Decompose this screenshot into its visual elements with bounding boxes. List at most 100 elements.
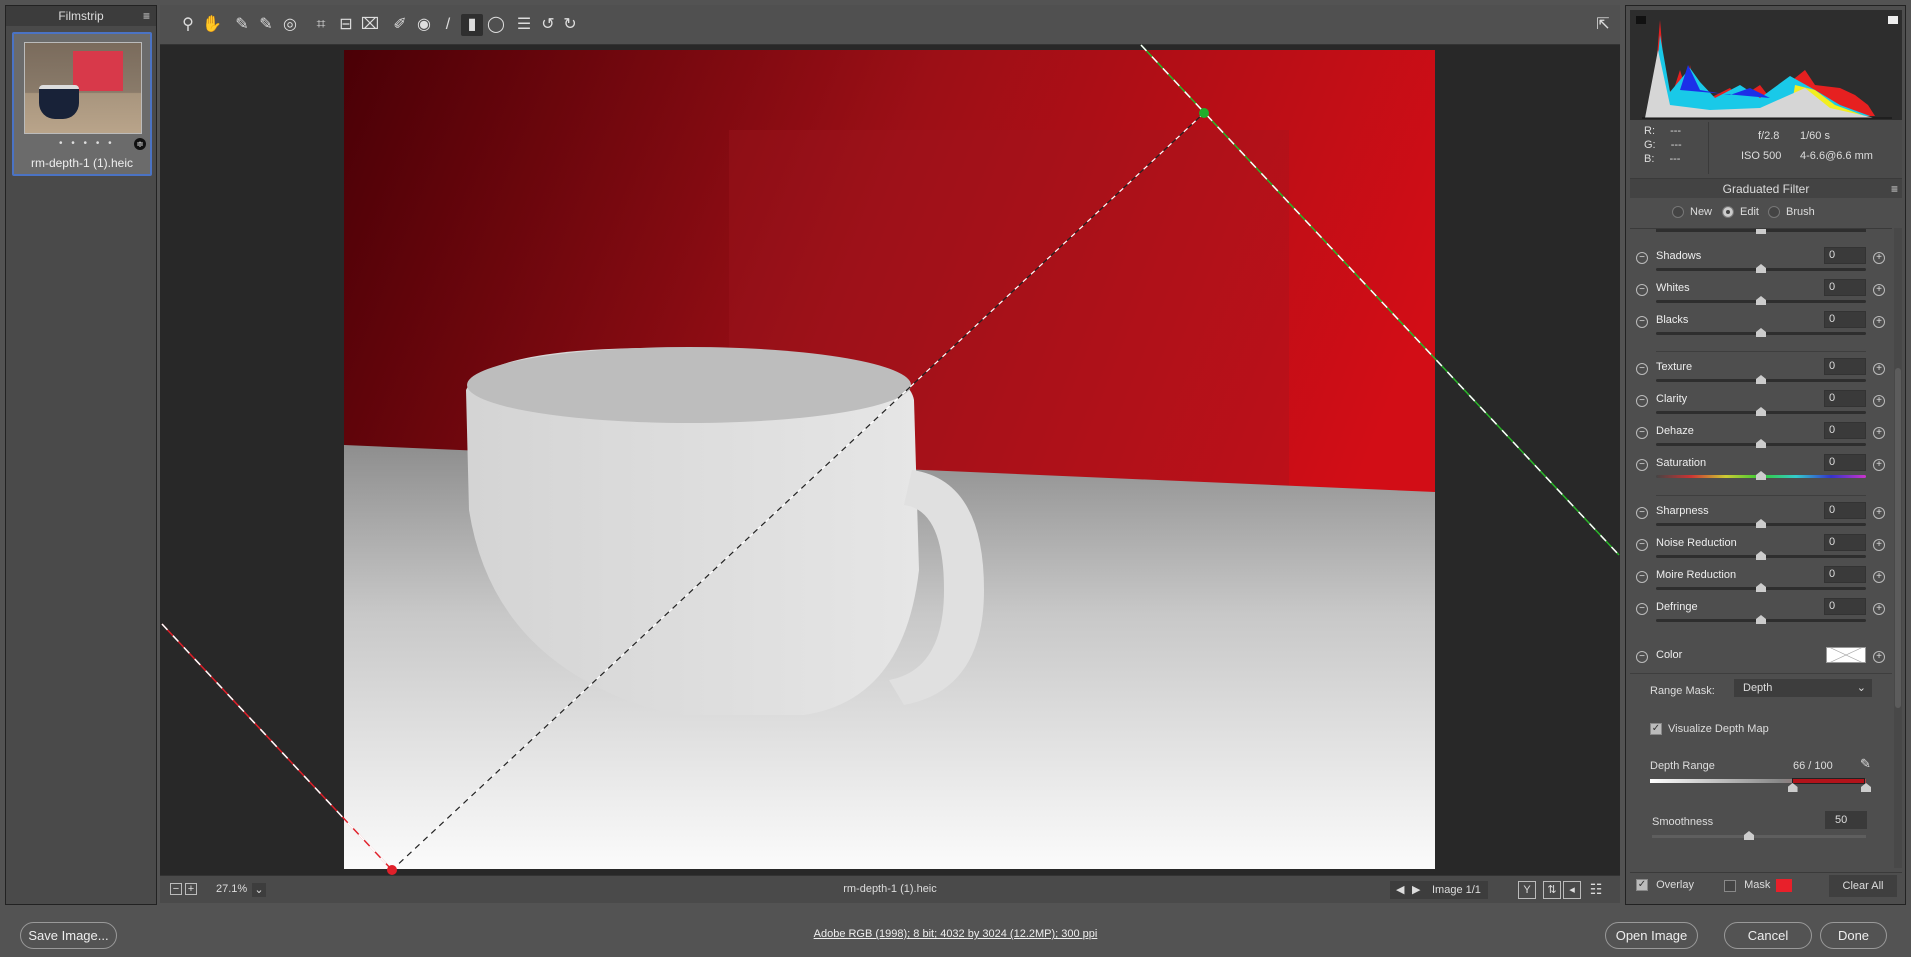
adjustment-brush-tool-icon[interactable]: / <box>437 14 459 36</box>
hand-tool-icon[interactable]: ✋ <box>201 14 223 36</box>
minus-icon[interactable]: − <box>1636 571 1648 583</box>
minus-icon[interactable]: − <box>1636 395 1648 407</box>
plus-icon[interactable]: + <box>1873 252 1885 264</box>
slider-thumb[interactable] <box>1756 615 1766 624</box>
graduated-filter-tool-icon[interactable]: ▮ <box>461 14 483 36</box>
radio-brush[interactable] <box>1768 206 1780 219</box>
done-button[interactable]: Done <box>1820 922 1887 949</box>
slider-value-input[interactable]: 0 <box>1824 422 1866 439</box>
slider-value-input[interactable]: 0 <box>1824 534 1866 551</box>
view-settings-icon[interactable]: ☷ <box>1587 881 1605 899</box>
smoothness-track[interactable] <box>1652 831 1866 840</box>
slider-value-input[interactable]: 0 <box>1824 502 1866 519</box>
slider-value-input[interactable]: 0 <box>1824 454 1866 471</box>
slider-thumb[interactable] <box>1756 583 1766 592</box>
eyedropper-icon[interactable]: ✎ <box>1860 756 1871 772</box>
minus-icon[interactable]: − <box>1636 284 1648 296</box>
targeted-adjustment-tool-icon[interactable]: ◎ <box>279 14 301 36</box>
slider-track[interactable] <box>1656 375 1866 384</box>
next-image-icon[interactable]: ▶ <box>1412 881 1420 899</box>
slider-value-input[interactable]: 0 <box>1824 598 1866 615</box>
slider-thumb[interactable] <box>1756 264 1766 273</box>
zoom-tool-icon[interactable]: ⚲ <box>177 14 199 36</box>
slider-value-input[interactable]: 0 <box>1824 390 1866 407</box>
slider-track[interactable] <box>1656 296 1866 305</box>
straighten-tool-icon[interactable]: ⊟ <box>335 14 357 36</box>
range-mask-select[interactable]: Depth ⌄ <box>1734 679 1872 697</box>
slider-track[interactable] <box>1656 583 1866 592</box>
depth-range-track[interactable] <box>1650 778 1871 792</box>
slider-track[interactable] <box>1656 328 1866 337</box>
plus-icon[interactable]: + <box>1873 539 1885 551</box>
slider-value-input[interactable]: 0 <box>1824 358 1866 375</box>
plus-icon[interactable]: + <box>1873 507 1885 519</box>
visualize-depth-map-checkbox[interactable]: ✓ <box>1650 723 1662 736</box>
swap-settings-icon[interactable]: ⇅ <box>1543 881 1561 899</box>
slider-track[interactable] <box>1656 264 1866 273</box>
minus-icon[interactable]: − <box>1636 316 1648 328</box>
radio-new[interactable] <box>1672 206 1684 219</box>
slider-value-input[interactable]: 0 <box>1824 279 1866 296</box>
white-balance-tool-icon[interactable]: ✎ <box>231 14 253 36</box>
panel-scrollbar[interactable] <box>1894 228 1902 868</box>
copy-settings-icon[interactable]: ◂ <box>1563 881 1581 899</box>
panel-menu-icon[interactable]: ≡ <box>1891 179 1898 199</box>
depth-map-preview[interactable] <box>344 50 1435 869</box>
slider-thumb[interactable] <box>1756 551 1766 560</box>
slider-thumb[interactable] <box>1756 471 1766 480</box>
slider-track[interactable] <box>1656 439 1866 448</box>
slider-value-input[interactable]: 0 <box>1824 311 1866 328</box>
filmstrip-thumbnail[interactable]: • • • • • ≑ rm-depth-1 (1).heic <box>12 32 152 176</box>
plus-icon[interactable]: + <box>1873 284 1885 296</box>
smoothness-thumb[interactable] <box>1744 831 1754 840</box>
mask-color-swatch[interactable] <box>1776 879 1793 892</box>
rotate-right-tool-icon[interactable]: ↻ <box>559 14 581 36</box>
slider-track[interactable] <box>1656 407 1866 416</box>
slider-thumb[interactable] <box>1756 407 1766 416</box>
image-canvas[interactable] <box>160 45 1620 875</box>
open-image-button[interactable]: Open Image <box>1605 922 1698 949</box>
slider-track[interactable] <box>1656 551 1866 560</box>
mode-brush[interactable]: Brush <box>1768 206 1815 219</box>
plus-icon[interactable]: + <box>1873 571 1885 583</box>
before-after-view-icon[interactable]: Y <box>1518 881 1536 899</box>
slider-thumb[interactable] <box>1756 439 1766 448</box>
plus-icon[interactable]: + <box>1873 459 1885 471</box>
overlay-checkbox[interactable]: ✓ <box>1636 879 1648 892</box>
depth-range-max-handle[interactable] <box>1861 783 1871 792</box>
minus-icon[interactable]: − <box>1636 603 1648 615</box>
minus-icon[interactable]: − <box>1636 363 1648 375</box>
transform-tool-icon[interactable]: ⌧ <box>359 14 381 36</box>
spot-removal-tool-icon[interactable]: ✐ <box>389 14 411 36</box>
slider-track[interactable] <box>1656 519 1866 528</box>
rating-dots[interactable]: • • • • • <box>59 138 115 149</box>
cancel-button[interactable]: Cancel <box>1724 922 1812 949</box>
minus-icon[interactable]: − <box>1636 427 1648 439</box>
color-sampler-tool-icon[interactable]: ✎ <box>255 14 277 36</box>
radio-edit[interactable] <box>1722 206 1734 219</box>
slider-thumb[interactable] <box>1756 296 1766 305</box>
plus-icon[interactable]: + <box>1873 363 1885 375</box>
radial-filter-tool-icon[interactable]: ◯ <box>485 14 507 36</box>
slider-thumb[interactable] <box>1756 375 1766 384</box>
slider-thumb[interactable] <box>1756 519 1766 528</box>
previous-image-icon[interactable]: ◀ <box>1396 881 1404 899</box>
mask-checkbox[interactable] <box>1724 879 1736 892</box>
slider-value-input[interactable]: 0 <box>1824 566 1866 583</box>
overlay-toggle[interactable]: ✓ Overlay <box>1636 879 1694 892</box>
minus-icon[interactable]: − <box>1636 507 1648 519</box>
plus-icon[interactable]: + <box>1873 395 1885 407</box>
plus-icon[interactable]: + <box>1873 651 1885 663</box>
slider-track[interactable] <box>1656 615 1866 624</box>
mask-toggle[interactable]: Mask <box>1724 879 1793 892</box>
red-eye-tool-icon[interactable]: ◉ <box>413 14 435 36</box>
clear-all-button[interactable]: Clear All <box>1829 875 1897 897</box>
slider-value-input[interactable]: 0 <box>1824 247 1866 264</box>
plus-icon[interactable]: + <box>1873 427 1885 439</box>
plus-icon[interactable]: + <box>1873 316 1885 328</box>
mode-new[interactable]: New <box>1672 206 1712 219</box>
minus-icon[interactable]: − <box>1636 539 1648 551</box>
preferences-tool-icon[interactable]: ☰ <box>513 14 535 36</box>
depth-range-min-handle[interactable] <box>1787 783 1798 792</box>
minus-icon[interactable]: − <box>1636 252 1648 264</box>
